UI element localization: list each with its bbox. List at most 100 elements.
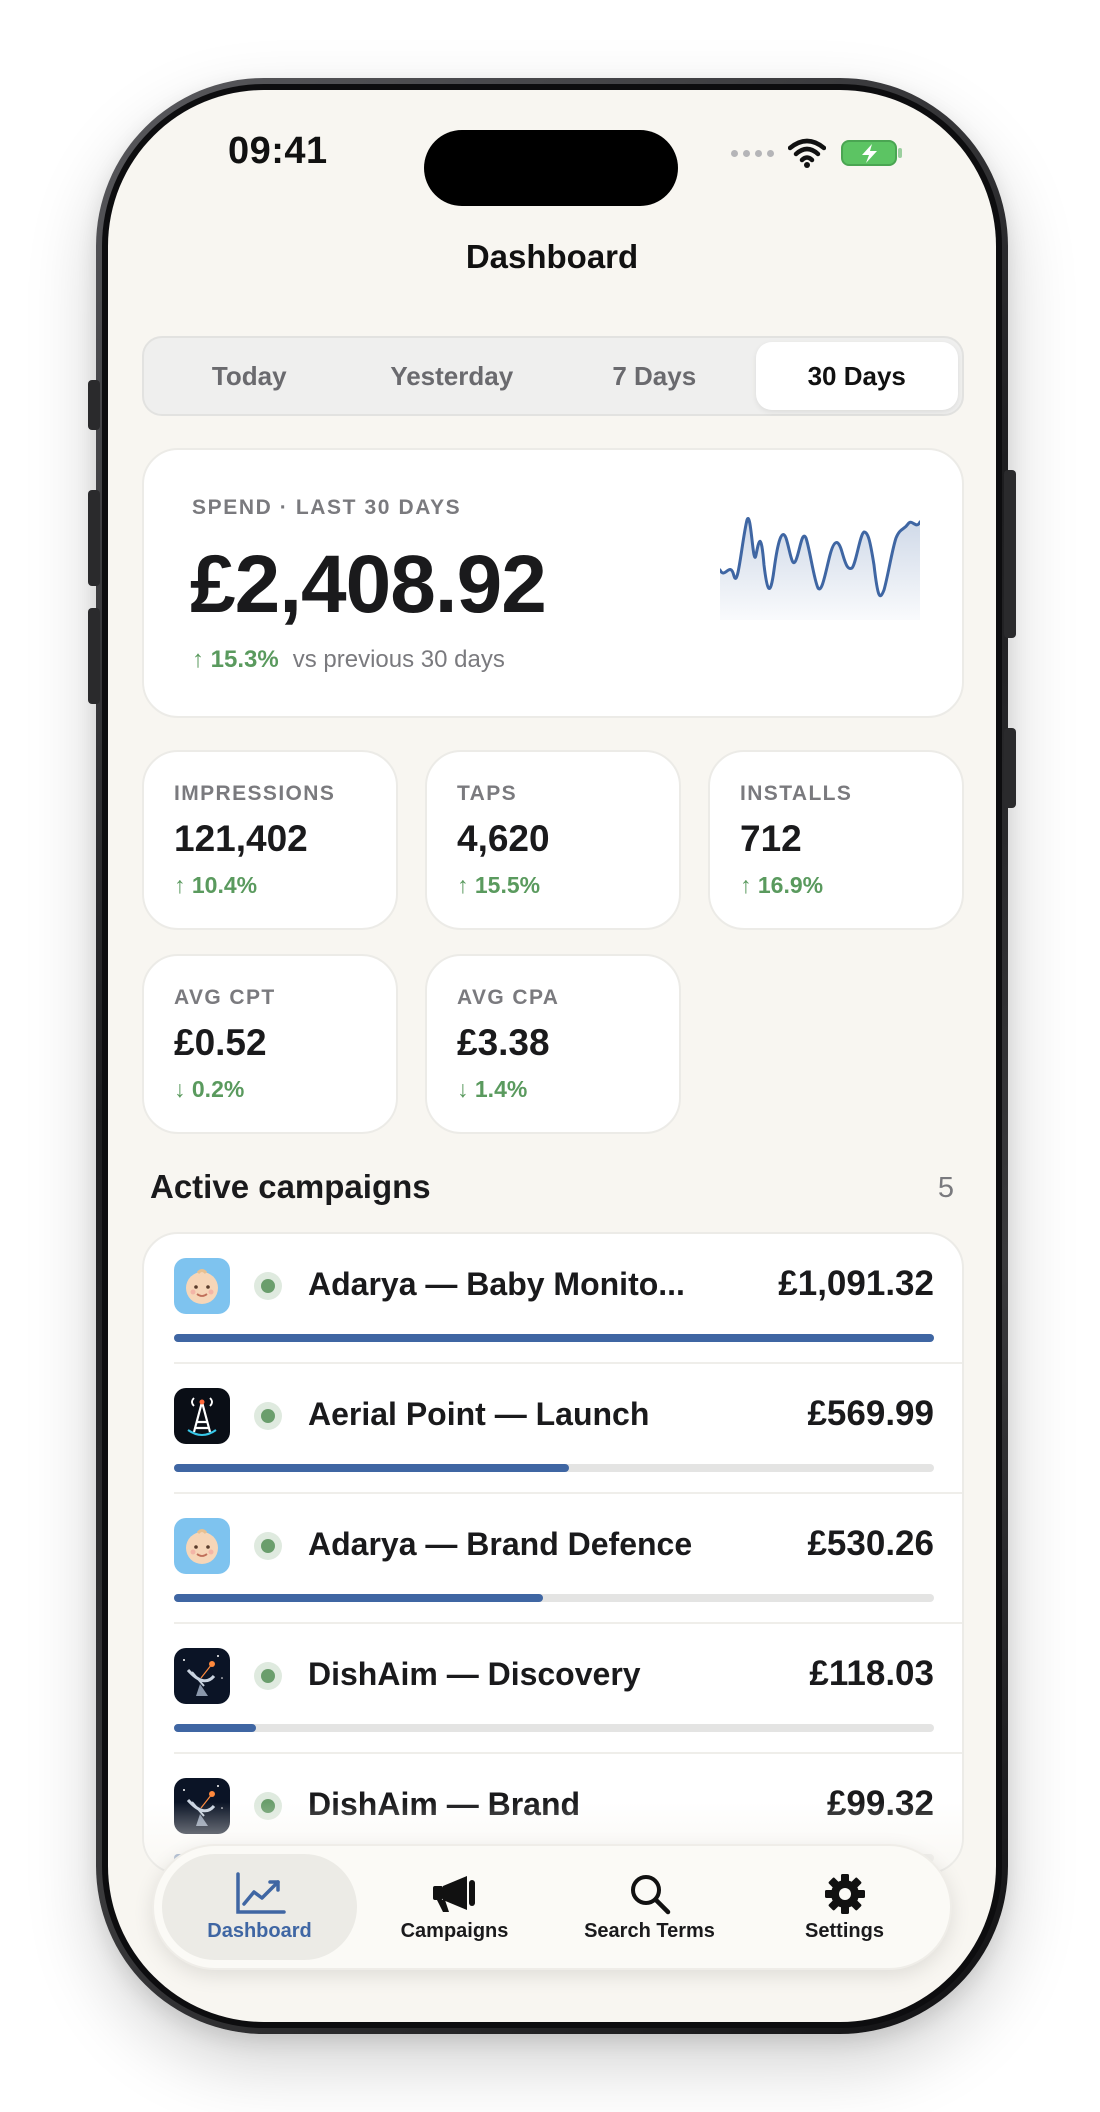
tab-settings[interactable]: Settings: [747, 1854, 942, 1960]
volume-up-button: [88, 490, 100, 586]
campaign-amount: £569.99: [807, 1394, 934, 1433]
spend-share-bar: [174, 1724, 934, 1732]
kpi-delta-percent: 16.9%: [757, 872, 824, 898]
kpi-label: IMPRESSIONS: [174, 782, 336, 805]
page-title: Dashboard: [465, 238, 639, 275]
campaign-row[interactable]: Aerial Point — Launch £569.99: [144, 1364, 962, 1494]
spend-card[interactable]: SPEND · LAST 30 DAYS £2,408.92 ↑ 15.3% v…: [142, 448, 964, 718]
arrow-up-icon: ↑: [192, 646, 204, 673]
action-button: [88, 380, 100, 430]
kpi-delta-percent: 15.5%: [474, 872, 541, 898]
spend-share-fill: [174, 1594, 544, 1602]
spend-value: £2,408.92: [190, 539, 547, 630]
kpi-label: AVG CPA: [457, 986, 560, 1009]
spend-share-fill: [174, 1334, 934, 1342]
campaign-name: Aerial Point — Launch: [308, 1396, 650, 1432]
tab-dashboard[interactable]: Dashboard: [162, 1854, 357, 1960]
kpi-delta: ↓ 1.4%: [457, 1076, 527, 1103]
installs-card[interactable]: INSTALLS 712 ↑ 16.9%: [708, 750, 964, 930]
spend-share-bar: [174, 1594, 934, 1602]
kpi-delta: ↓ 0.2%: [174, 1076, 244, 1103]
megaphone-icon: [432, 1875, 475, 1912]
campaign-name: DishAim — Discovery: [308, 1656, 641, 1692]
campaign-amount: £1,091.32: [778, 1264, 934, 1303]
segment-today[interactable]: Today: [148, 342, 351, 410]
kpi-label: AVG CPT: [174, 986, 276, 1009]
spend-share-fill: [174, 1464, 570, 1472]
cellular-signal-icon: [731, 149, 774, 157]
spend-delta-value: ↑ 15.3%: [192, 646, 279, 674]
kpi-delta-percent: 10.4%: [191, 872, 258, 898]
spend-sparkline: [720, 516, 920, 620]
power-button: [1004, 470, 1016, 638]
campaign-row[interactable]: DishAim — Discovery £118.03: [144, 1624, 962, 1754]
arrow-up-icon: ↑: [740, 872, 752, 898]
antenna-app-icon: [174, 1388, 230, 1444]
kpi-delta-percent: 0.2%: [191, 1076, 245, 1102]
campaign-name: Adarya — Brand Defence: [308, 1526, 693, 1562]
campaign-amount: £530.26: [807, 1524, 934, 1563]
kpi-delta-percent: 1.4%: [474, 1076, 528, 1102]
campaign-list: Adarya — Baby Monito... £1,091.32 Aerial…: [142, 1232, 964, 1874]
avg-cpt-card[interactable]: AVG CPT £0.52 ↓ 0.2%: [142, 954, 398, 1134]
camera-button: [1004, 728, 1016, 808]
kpi-label: TAPS: [457, 782, 518, 805]
spend-delta: ↑ 15.3% vs previous 30 days: [192, 646, 505, 674]
kpi-value: 4,620: [457, 818, 550, 859]
kpi-delta: ↑ 10.4%: [174, 872, 257, 899]
status-icons: [731, 138, 904, 168]
spend-delta-percent: 15.3%: [210, 646, 279, 673]
search-icon: [630, 1874, 670, 1914]
baby-app-icon: [174, 1258, 230, 1314]
chart-icon: [235, 1871, 286, 1914]
satellite-dish-app-icon: [174, 1648, 230, 1704]
tab-bar: Dashboard Campaigns Search Terms Setting…: [152, 1844, 952, 1970]
active-status-dot: [254, 1662, 282, 1690]
tab-search-terms[interactable]: Search Terms: [552, 1854, 747, 1960]
kpi-value: £0.52: [174, 1022, 267, 1063]
segment-yesterday[interactable]: Yesterday: [351, 342, 554, 410]
volume-down-button: [88, 608, 100, 704]
active-status-dot: [254, 1272, 282, 1300]
segment-7-days[interactable]: 7 Days: [553, 342, 756, 410]
arrow-down-icon: ↓: [457, 1076, 469, 1102]
battery-charging-icon: [841, 140, 902, 166]
gear-icon: [824, 1873, 865, 1914]
campaign-row[interactable]: Adarya — Baby Monito... £1,091.32: [144, 1234, 962, 1364]
kpi-value: £3.38: [457, 1022, 550, 1063]
tab-label: Settings: [805, 1919, 884, 1942]
tab-label: Campaigns: [400, 1919, 509, 1942]
kpi-label: INSTALLS: [740, 782, 853, 805]
segment-30-days[interactable]: 30 Days: [755, 342, 958, 410]
wifi-icon: [788, 138, 826, 168]
kpi-delta: ↑ 16.9%: [740, 872, 823, 899]
status-time: 09:41: [228, 130, 328, 172]
avg-cpa-card[interactable]: AVG CPA £3.38 ↓ 1.4%: [425, 954, 681, 1134]
campaign-amount: £118.03: [809, 1654, 934, 1693]
tab-label: Search Terms: [584, 1919, 715, 1942]
spend-label: SPEND · LAST 30 DAYS: [192, 496, 462, 519]
baby-app-icon: [174, 1518, 230, 1574]
spend-share-bar: [174, 1334, 934, 1342]
tab-campaigns[interactable]: Campaigns: [357, 1854, 552, 1960]
arrow-up-icon: ↑: [174, 872, 186, 898]
active-status-dot: [254, 1532, 282, 1560]
app-screen: 09:41 Dashboard Today Yesterday 7 Days 3…: [108, 90, 996, 2022]
arrow-down-icon: ↓: [174, 1076, 186, 1102]
taps-card[interactable]: TAPS 4,620 ↑ 15.5%: [425, 750, 681, 930]
spend-share-bar: [174, 1464, 934, 1472]
campaign-row[interactable]: Adarya — Brand Defence £530.26: [144, 1494, 962, 1624]
tab-label: Dashboard: [207, 1919, 312, 1942]
kpi-delta: ↑ 15.5%: [457, 872, 540, 899]
section-title: Active campaigns: [150, 1168, 431, 1205]
spend-comparison: vs previous 30 days: [292, 646, 505, 673]
kpi-value: 121,402: [174, 818, 308, 859]
kpi-value: 712: [740, 818, 802, 859]
dynamic-island: [424, 130, 678, 206]
impressions-card[interactable]: IMPRESSIONS 121,402 ↑ 10.4%: [142, 750, 398, 930]
campaign-name: Adarya — Baby Monito...: [308, 1266, 685, 1302]
arrow-up-icon: ↑: [457, 872, 469, 898]
spend-share-fill: [174, 1724, 257, 1732]
active-status-dot: [254, 1402, 282, 1430]
date-range-segmented-control: Today Yesterday 7 Days 30 Days: [142, 336, 964, 416]
